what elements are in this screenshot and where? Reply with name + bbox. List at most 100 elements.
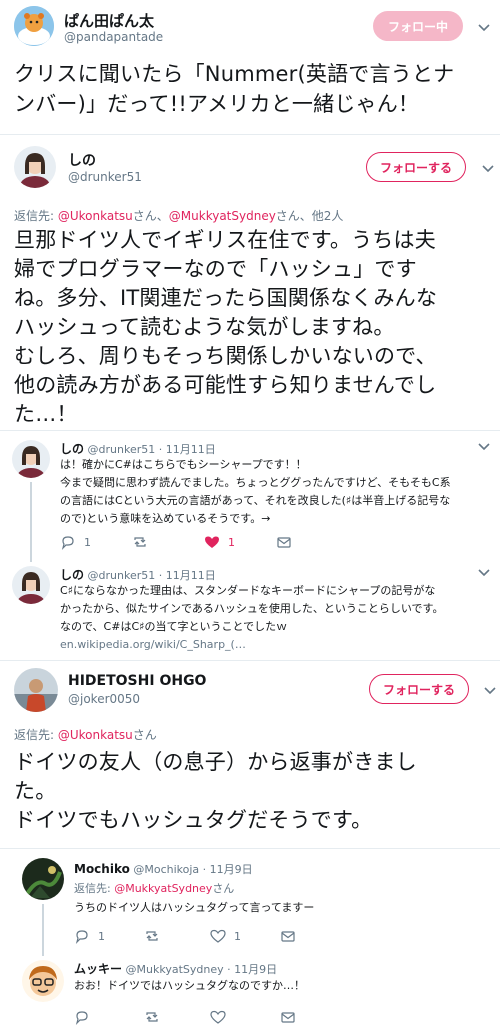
direct-message-action[interactable] (280, 928, 340, 944)
author-name[interactable]: しの (68, 150, 96, 170)
following-button[interactable]: フォロー中 (373, 11, 463, 41)
like-action[interactable]: 1 (210, 928, 280, 944)
tweet-date[interactable]: · 11月9日 (203, 863, 253, 876)
avatar[interactable] (22, 960, 64, 1002)
tweet-text-line: 旦那ドイツ人でイギリス在住です。うちは夫 (14, 228, 436, 252)
tweet-text-line: 他の読み方がある可能性すら知りませんでし (14, 373, 437, 397)
avatar[interactable] (22, 858, 64, 900)
replying-to: 返信先: @Ukonkatsuさん、@MukkyatSydneyさん、他2人 (14, 207, 343, 224)
wikipedia-link[interactable]: en.wikipedia.org/wiki/C_Sharp_(… (60, 636, 496, 654)
thread-line (30, 482, 32, 562)
tweet-text-line: ンバー)」だって!!アメリカと一緒じゃん！ (14, 92, 420, 116)
tweet-text: うちのドイツ人はハッシュタグって言ってますー (74, 901, 315, 914)
author-name[interactable]: しの (60, 442, 84, 456)
tweet-date[interactable]: · 11月9日 (227, 963, 277, 976)
author-handle[interactable]: @drunker51 (88, 443, 156, 456)
like-count: 1 (234, 929, 241, 943)
tweet-header: Mochiko @Mochikoja · 11月9日 (74, 861, 253, 877)
author-handle[interactable]: @Mochikoja (133, 863, 199, 876)
reply-icon (75, 930, 88, 944)
mention-link[interactable]: @Ukonkatsu (58, 209, 133, 223)
tweet-header: ムッキー @MukkyatSydney · 11月9日 (74, 960, 277, 977)
follow-button[interactable]: フォローする (369, 674, 469, 704)
mention-link[interactable]: @MukkyatSydney (114, 882, 212, 895)
envelope-icon (277, 537, 291, 548)
envelope-icon (281, 931, 295, 942)
author-handle[interactable]: @drunker51 (68, 170, 142, 184)
tweet-text-line: ね。多分、IT関連だったら国関係なくみんな (14, 286, 438, 310)
tweet-actions: 1 1 (60, 533, 400, 551)
chevron-down-icon[interactable] (482, 682, 498, 698)
heart-icon (205, 536, 219, 548)
reply-count: 1 (98, 929, 105, 943)
mention-link[interactable]: @Ukonkatsu (58, 728, 133, 742)
replying-prefix: 返信先: (14, 209, 58, 223)
avatar[interactable] (12, 566, 50, 604)
avatar[interactable] (12, 440, 50, 478)
direct-message-action[interactable] (280, 1009, 340, 1025)
tweet-date[interactable]: · 11月11日 (159, 443, 216, 456)
chevron-down-icon[interactable] (476, 438, 492, 454)
tweet-text: は！確かにC#はこちらでもシーシャープです！！ 今まで疑問に思わず読んでました。… (60, 456, 496, 528)
author-name[interactable]: しの (60, 568, 84, 582)
heart-icon (210, 1010, 226, 1024)
replying-to: 返信先: @Ukonkatsuさん (14, 726, 157, 743)
tweet-text-line: むしろ、周りもそっち関係しかいないので、 (14, 344, 437, 368)
heart-icon (210, 929, 226, 943)
avatar[interactable] (14, 146, 56, 188)
retweet-icon (146, 931, 158, 941)
tweet-text-line: は！確かにC#はこちらでもシーシャープです！！ (60, 458, 307, 471)
tweet-text-line: クリスに聞いたら「Nummer(英語で言うとナ (14, 62, 455, 86)
tweet-text-line: 今まで疑問に思わず読んでました。ちょっとググったんですけど、そもそもC系 (60, 476, 451, 489)
author-name[interactable]: HIDETOSHI OHGO (68, 673, 206, 689)
author-name[interactable]: ムッキー (74, 962, 122, 976)
author-handle[interactable]: @pandapantade (64, 30, 163, 44)
retweet-action[interactable] (144, 928, 210, 944)
tweet-text: C♯にならなかった理由は、スタンダードなキーボードにシャープの記号がな かったか… (60, 582, 496, 654)
direct-message-action[interactable] (276, 534, 348, 550)
tweet-text-line: ので)という意味を込めているそうです。→ (60, 512, 271, 525)
retweet-action[interactable] (144, 1009, 210, 1025)
reply-action[interactable] (74, 1009, 144, 1025)
tweet-actions: 1 1 (74, 927, 374, 945)
reply-action[interactable]: 1 (74, 928, 144, 944)
thread-line (42, 904, 44, 956)
like-action[interactable] (210, 1009, 280, 1025)
tweet-date[interactable]: · 11月11日 (159, 569, 216, 582)
author-handle[interactable]: @joker0050 (68, 692, 140, 706)
follow-button[interactable]: フォローする (366, 152, 466, 182)
replying-prefix: 返信先: (74, 882, 115, 895)
tweet-text-line: ドイツの友人（の息子）から返事がきまし (14, 750, 417, 774)
divider (0, 134, 500, 135)
replying-suffix: さん (132, 728, 157, 742)
replying-suffix: さん (212, 882, 235, 895)
like-count: 1 (228, 535, 235, 549)
mention-link[interactable]: @MukkyatSydney (169, 209, 276, 223)
avatar[interactable] (14, 6, 54, 46)
tweet-text-line: 婦でプログラマーなので「ハッシュ」です (14, 257, 417, 281)
avatar[interactable] (14, 668, 58, 712)
reply-icon (61, 536, 74, 550)
chevron-down-icon[interactable] (476, 19, 492, 35)
tweet-text-line: た。 (14, 779, 57, 803)
tweet-text: ドイツの友人（の息子）から返事がきまし た。 ドイツでもハッシュタグだそうです。 (14, 748, 494, 835)
replying-prefix: 返信先: (14, 728, 58, 742)
author-name[interactable]: ぱん田ぱん太 (64, 10, 154, 31)
tweet-text-line: かったから、似たサインであるハッシュを使用した、ということらしいです。 (60, 602, 444, 615)
like-action[interactable]: 1 (204, 534, 276, 550)
author-name[interactable]: Mochiko (74, 862, 130, 876)
retweet-icon (134, 537, 146, 547)
chevron-down-icon[interactable] (480, 160, 496, 176)
reply-action[interactable]: 1 (60, 534, 132, 550)
tweet-header: しの @drunker51 · 11月11日 (60, 566, 216, 583)
tweet-text: おお！ドイツではハッシュタグなのですか…！ (74, 979, 305, 992)
chevron-down-icon[interactable] (476, 564, 492, 580)
author-handle[interactable]: @drunker51 (88, 569, 156, 582)
tweet-text-line: ドイツでもハッシュタグだそうです。 (14, 808, 373, 832)
tweet-text: 旦那ドイツ人でイギリス在住です。うちは夫 婦でプログラマーなので「ハッシュ」です… (14, 226, 494, 429)
author-handle[interactable]: @MukkyatSydney (126, 963, 224, 976)
divider (0, 660, 500, 661)
envelope-icon (281, 1012, 295, 1023)
divider (0, 848, 500, 849)
retweet-action[interactable] (132, 534, 204, 550)
